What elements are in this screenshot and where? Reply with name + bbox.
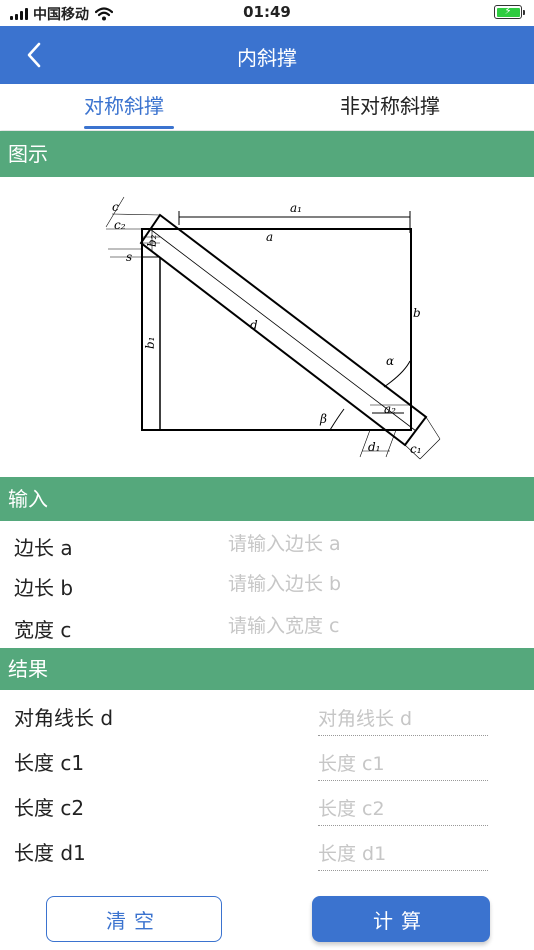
tab-bar: 对称斜撑 非对称斜撑 (0, 84, 534, 130)
length-c1-field[interactable] (318, 747, 488, 781)
input-label-side-a: 边长 a (14, 536, 73, 560)
navigation-bar: 内斜撑 (0, 26, 534, 84)
status-time: 01:49 (243, 3, 291, 21)
label-alpha: α (386, 354, 394, 368)
result-label-diagonal-d: 对角线长 d (14, 706, 114, 730)
side-b-input[interactable] (228, 568, 508, 600)
label-c2: c₂ (114, 218, 126, 232)
label-a2: a₂ (384, 402, 396, 416)
brace-diagram: a₁ a b b₁ b₂ c c₂ s d α β a₂ d₁ c₁ (105, 196, 441, 460)
clear-button[interactable]: 清空 (46, 896, 222, 942)
length-d1-field[interactable] (318, 837, 488, 871)
label-a: a (266, 230, 273, 244)
length-c2-field[interactable] (318, 792, 488, 826)
diagonal-d-field[interactable] (318, 702, 488, 736)
diagram-area: a₁ a b b₁ b₂ c c₂ s d α β a₂ d₁ c₁ (0, 177, 534, 477)
result-label-length-c1: 长度 c1 (14, 751, 85, 775)
status-bar: 中国移动 01:49 ⚡ (0, 0, 534, 26)
page-title: 内斜撑 (237, 46, 297, 70)
label-c1: c₁ (410, 442, 422, 456)
label-beta: β (319, 412, 327, 426)
label-b1: b₁ (143, 337, 157, 350)
tab-asymmetric-brace[interactable]: 非对称斜撑 (340, 90, 440, 119)
label-b: b (413, 306, 421, 320)
label-a1: a₁ (290, 201, 302, 215)
label-c: c (112, 200, 119, 214)
active-tab-indicator (84, 126, 174, 129)
input-label-width-c: 宽度 c (14, 618, 72, 642)
label-s: s (126, 250, 132, 264)
result-label-length-d1: 长度 d1 (14, 841, 86, 865)
label-d1: d₁ (368, 440, 381, 454)
section-header-input: 输入 (0, 477, 534, 521)
label-d: d (250, 318, 258, 332)
charging-icon: ⚡ (496, 7, 520, 17)
bottom-action-bar: 清空 计算 (0, 888, 534, 950)
battery-icon: ⚡ (494, 5, 525, 19)
section-header-result: 结果 (0, 648, 534, 690)
calculate-button[interactable]: 计算 (312, 896, 490, 942)
label-b2: b₂ (145, 234, 159, 247)
width-c-input[interactable] (228, 610, 508, 642)
section-header-diagram: 图示 (0, 131, 534, 177)
input-label-side-b: 边长 b (14, 576, 74, 600)
result-label-length-c2: 长度 c2 (14, 796, 85, 820)
tab-symmetric-brace[interactable]: 对称斜撑 (84, 90, 164, 119)
side-a-input[interactable] (228, 528, 508, 560)
